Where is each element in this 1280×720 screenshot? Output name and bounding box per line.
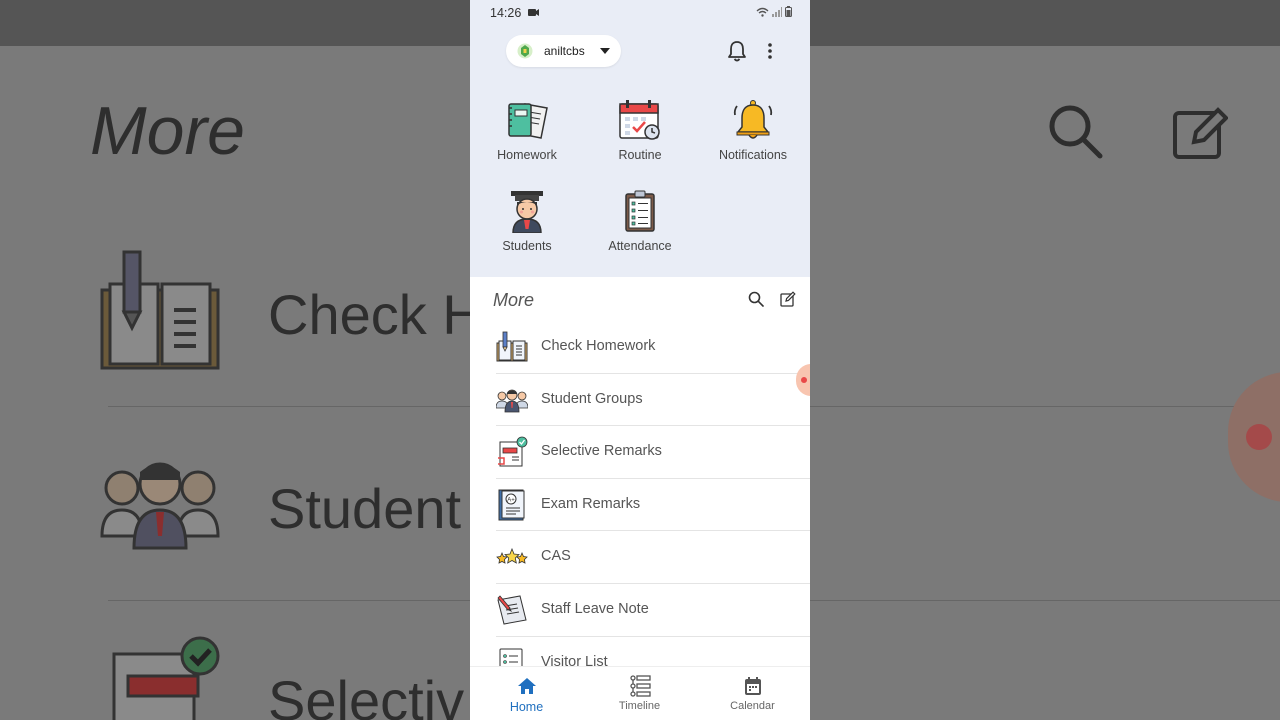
background-student-groups-icon [100, 462, 220, 550]
quick-action-notifications[interactable]: Notifications [698, 98, 808, 162]
list-item-label: CAS [541, 548, 571, 565]
background-edit-icon [1173, 107, 1228, 159]
screen-record-icon [528, 9, 539, 16]
school-logo-icon [517, 43, 533, 59]
selective-remarks-icon [498, 436, 528, 467]
list-item-student-groups[interactable]: Student Groups [496, 374, 810, 427]
dropdown-caret-icon [600, 48, 610, 54]
phone-screen: 14:26 aniltcbs Homework Routine Notifica… [470, 0, 810, 720]
list-item-label: Staff Leave Note [541, 600, 649, 617]
calendar-icon [744, 677, 761, 695]
home-icon [517, 678, 536, 694]
list-item-label: Selective Remarks [541, 443, 662, 460]
bottom-navigation: Home Timeline Calendar [470, 666, 810, 720]
background-row-1: Check H [268, 283, 483, 346]
more-section-title: More [493, 290, 535, 310]
list-item-check-homework[interactable]: Check Homework [496, 321, 810, 374]
quick-action-homework[interactable]: Homework [472, 98, 582, 162]
svg-text:A+: A+ [507, 497, 515, 503]
overflow-menu-icon[interactable] [765, 42, 775, 60]
quick-action-label: Routine [618, 148, 662, 162]
staff-leave-note-icon [497, 595, 527, 625]
list-item-selective-remarks[interactable]: Selective Remarks [496, 426, 810, 479]
status-time: 14:26 [490, 6, 522, 20]
background-selective-remarks-icon [112, 636, 220, 720]
school-selector[interactable]: aniltcbs [506, 35, 621, 67]
school-name: aniltcbs [544, 44, 585, 58]
student-groups-icon [496, 389, 528, 412]
cas-stars-icon [496, 548, 528, 565]
nav-label: Calendar [730, 700, 775, 712]
quick-action-label: Homework [497, 148, 557, 162]
timeline-icon [629, 675, 651, 697]
status-bar: 14:26 [470, 0, 810, 26]
homework-notebook-icon [508, 103, 548, 139]
quick-action-label: Attendance [608, 239, 672, 253]
list-item-staff-leave-note[interactable]: Staff Leave Note [496, 584, 810, 637]
notifications-bell-icon [733, 100, 773, 139]
status-icons [756, 6, 792, 17]
exam-remarks-icon: A+ [498, 489, 525, 521]
background-more-title: More [90, 93, 245, 169]
nav-timeline[interactable]: Timeline [583, 667, 696, 720]
routine-calendar-icon [619, 100, 660, 140]
list-item-label: Student Groups [541, 390, 643, 407]
background-row-2: Student [268, 477, 462, 540]
background-check-homework-icon [100, 250, 220, 370]
floating-action-dot [801, 377, 807, 383]
list-item-label: Exam Remarks [541, 495, 641, 512]
quick-action-attendance[interactable]: Attendance [585, 189, 695, 253]
wifi-icon [756, 7, 769, 17]
list-item-cas[interactable]: CAS [496, 531, 810, 584]
search-icon[interactable] [748, 291, 764, 307]
nav-label: Home [509, 700, 544, 714]
background-search-icon [1049, 105, 1103, 159]
battery-icon [785, 6, 792, 17]
edit-icon[interactable] [780, 291, 796, 307]
nav-label: Timeline [618, 700, 661, 712]
quick-action-label: Students [502, 239, 552, 253]
nav-calendar[interactable]: Calendar [696, 667, 809, 720]
signal-icon [772, 6, 782, 17]
list-item-exam-remarks[interactable]: A+ Exam Remarks [496, 479, 810, 532]
attendance-clipboard-icon [625, 190, 655, 232]
background-fab-dot [1246, 424, 1272, 450]
notification-bell-icon[interactable] [727, 40, 747, 62]
student-graduate-icon [511, 191, 543, 233]
background-row-3: Selectiv [268, 669, 465, 720]
list-item-label: Check Homework [541, 338, 656, 354]
quick-action-students[interactable]: Students [472, 189, 582, 253]
more-list: Check Homework Student Groups Selective … [496, 321, 810, 688]
check-homework-book-icon [496, 331, 528, 362]
nav-home[interactable]: Home [470, 667, 583, 720]
quick-action-routine[interactable]: Routine [585, 98, 695, 162]
quick-action-label: Notifications [718, 148, 788, 162]
